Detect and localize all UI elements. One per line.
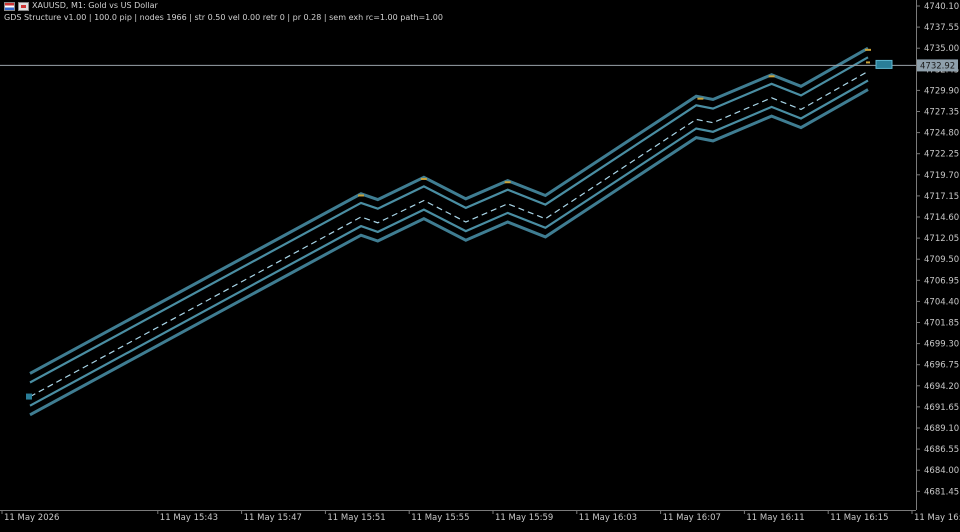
y-tick-label: 4727.35 [924,108,959,118]
x-tick-label: 11 May 16:11 [746,513,804,523]
y-tick-label: 4719.70 [924,171,959,181]
indicator-row: GDS Structure v1.00 | 100.0 pip | nodes … [4,12,443,24]
y-tick-label: 4704.40 [924,297,959,307]
x-tick-label: 11 May 15:51 [327,513,385,523]
current-price-label: 4732.92 [920,61,955,71]
x-tick-label: 11 May 15:55 [411,513,469,523]
y-tick-label: 4689.10 [924,424,959,434]
x-tick-label: 11 May 2026 [4,513,59,523]
y-tick-label: 4691.65 [924,403,959,413]
x-tick-label: 11 May 15:43 [160,513,218,523]
current-bar-box [875,59,893,69]
y-tick-label: 4737.55 [924,23,959,33]
x-tick-label: 11 May 16:03 [579,513,637,523]
x-tick-label: 11 May 16:15 [830,513,888,523]
y-tick-label: 4712.05 [924,234,959,244]
symbol-row: XAUUSD, M1: Gold vs US Dollar [4,0,443,12]
y-tick-label: 4729.90 [924,86,959,96]
y-tick-label: 4694.20 [924,382,959,392]
symbol-flag-icon [4,1,15,11]
y-tick-label: 4684.00 [924,466,959,476]
chart-area[interactable]: 4740.104737.554735.004732.454729.904727.… [0,0,960,528]
x-tick-label: 11 May 16:19 [914,513,960,523]
y-tick-label: 4696.75 [924,361,959,371]
y-tick-label: 4735.00 [924,44,959,54]
y-tick-label: 4701.85 [924,319,959,329]
y-tick-label: 4709.50 [924,255,959,265]
indicator-caption: GDS Structure v1.00 | 100.0 pip | nodes … [4,13,443,22]
start-marker [26,393,32,400]
symbol-title: XAUUSD, M1: Gold vs US Dollar [32,1,158,10]
price-chart[interactable]: 4740.104737.554735.004732.454729.904727.… [0,0,960,528]
y-tick-label: 4717.15 [924,192,959,202]
x-tick-label: 11 May 16:07 [663,513,721,523]
y-tick-label: 4724.80 [924,129,959,139]
y-tick-label: 4699.30 [924,340,959,350]
chart-type-icon[interactable] [18,1,29,11]
y-tick-label: 4706.95 [924,276,959,286]
y-tick-label: 4740.10 [924,2,959,12]
x-tick-label: 11 May 15:59 [495,513,553,523]
y-tick-label: 4681.45 [924,487,959,497]
chart-header: XAUUSD, M1: Gold vs US Dollar GDS Struct… [4,0,443,28]
y-tick-label: 4686.55 [924,445,959,455]
y-tick-label: 4722.25 [924,150,959,160]
x-tick-label: 11 May 15:47 [244,513,302,523]
y-tick-label: 4714.60 [924,213,959,223]
